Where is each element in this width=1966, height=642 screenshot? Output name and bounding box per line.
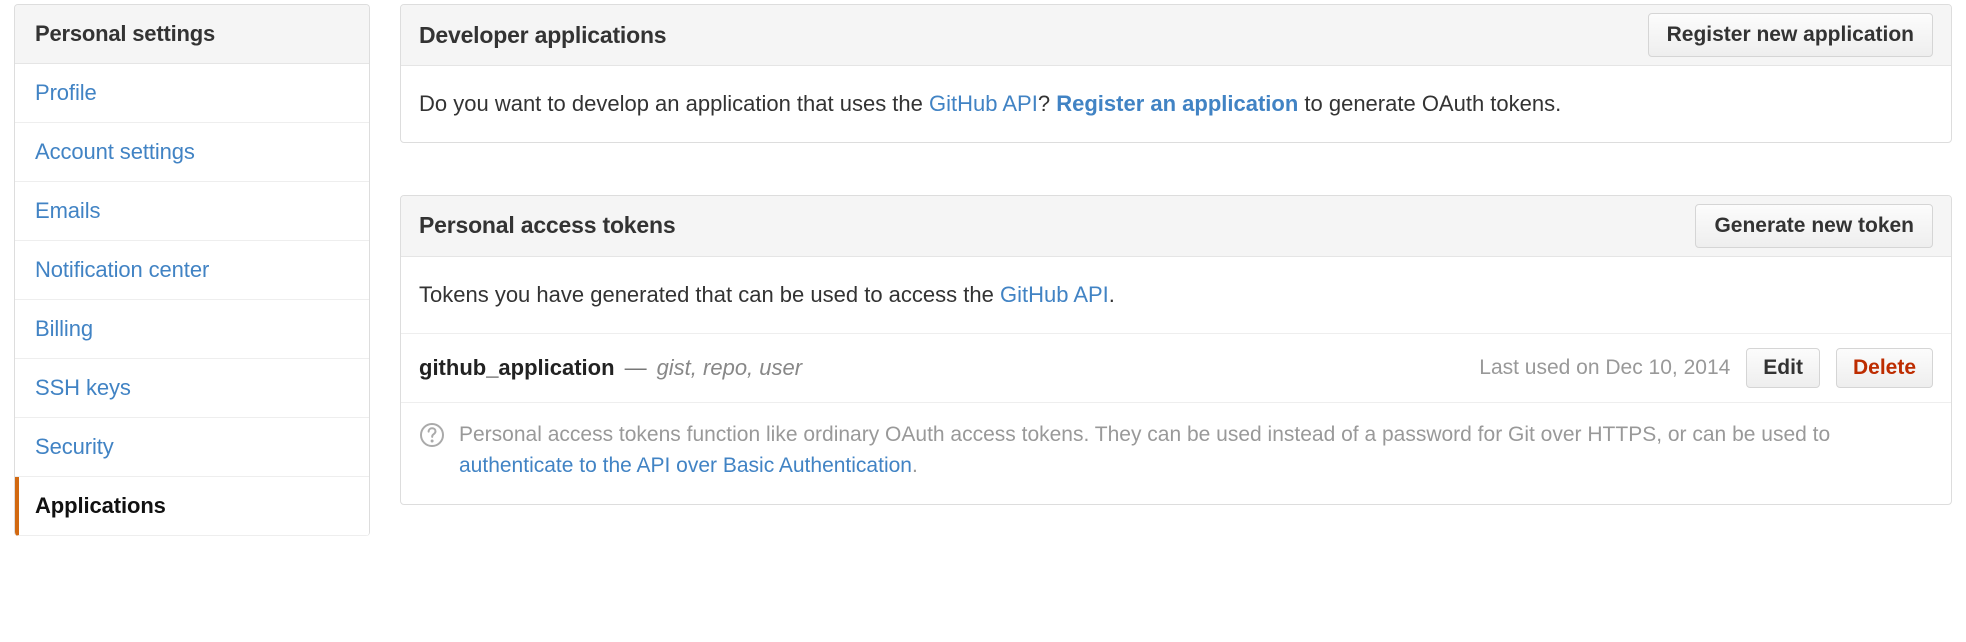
token-last-used: Last used on Dec 10, 2014: [1479, 355, 1731, 379]
developer-applications-panel: Developer applications Register new appl…: [400, 4, 1952, 143]
developer-applications-header: Developer applications Register new appl…: [401, 5, 1951, 66]
note-text-part1: Personal access tokens function like ord…: [459, 422, 1831, 446]
personal-access-tokens-panel: Personal access tokens Generate new toke…: [400, 194, 1952, 505]
description-text-part3: to generate OAuth tokens.: [1298, 91, 1562, 116]
sidebar-panel: Personal settings Profile Account settin…: [14, 4, 370, 536]
personal-access-tokens-description: Tokens you have generated that can be us…: [401, 257, 1951, 333]
token-separator: —: [624, 354, 647, 380]
sidebar-header: Personal settings: [15, 5, 369, 64]
token-help-text: Personal access tokens function like ord…: [459, 419, 1933, 482]
edit-token-button[interactable]: Edit: [1746, 347, 1820, 388]
sidebar-item-notification-center[interactable]: Notification center: [15, 241, 369, 300]
sidebar-item-label: Emails: [35, 198, 101, 223]
token-help-note: Personal access tokens function like ord…: [401, 401, 1951, 504]
description-text-part1: Do you want to develop an application th…: [419, 91, 930, 116]
sidebar-item-label: Security: [35, 434, 114, 459]
sidebar-item-label: Billing: [35, 316, 93, 341]
sidebar-item-label: Profile: [35, 80, 97, 105]
developer-applications-title: Developer applications: [419, 21, 667, 48]
developer-applications-description: Do you want to develop an application th…: [401, 66, 1951, 142]
token-identity: github_application — gist, repo, user: [419, 355, 802, 381]
generate-new-token-button[interactable]: Generate new token: [1695, 203, 1933, 248]
basic-authentication-link[interactable]: authenticate to the API over Basic Authe…: [459, 454, 912, 477]
sidebar-item-applications[interactable]: Applications: [15, 477, 369, 536]
tokens-text-part2: .: [1108, 281, 1115, 307]
token-scopes: gist, repo, user: [656, 354, 803, 380]
question-circle-icon: [419, 422, 445, 458]
sidebar-item-label: Account settings: [35, 139, 195, 164]
github-api-link[interactable]: GitHub API: [929, 91, 1038, 116]
sidebar: Personal settings Profile Account settin…: [0, 4, 370, 642]
delete-token-button[interactable]: Delete: [1835, 347, 1933, 388]
description-text-part2: ?: [1037, 91, 1057, 116]
sidebar-item-label: Applications: [35, 493, 166, 518]
register-new-application-button[interactable]: Register new application: [1647, 12, 1933, 58]
settings-page: Personal settings Profile Account settin…: [0, 0, 1966, 642]
sidebar-item-security[interactable]: Security: [15, 418, 369, 477]
sidebar-item-ssh-keys[interactable]: SSH keys: [15, 359, 369, 418]
sidebar-item-label: Notification center: [35, 257, 210, 282]
token-actions: Last used on Dec 10, 2014 Edit Delete: [1479, 347, 1933, 388]
main-content: Developer applications Register new appl…: [370, 4, 1966, 642]
tokens-text-part1: Tokens you have generated that can be us…: [419, 281, 1000, 307]
sidebar-item-account-settings[interactable]: Account settings: [15, 123, 369, 182]
token-name: github_application: [419, 354, 615, 380]
personal-access-tokens-header: Personal access tokens Generate new toke…: [401, 195, 1951, 257]
personal-access-tokens-title: Personal access tokens: [419, 212, 676, 239]
table-row: github_application — gist, repo, user La…: [401, 332, 1951, 402]
register-an-application-link[interactable]: Register an application: [1056, 91, 1298, 116]
github-api-link[interactable]: GitHub API: [1000, 282, 1109, 307]
sidebar-item-billing[interactable]: Billing: [15, 300, 369, 359]
sidebar-item-profile[interactable]: Profile: [15, 64, 369, 123]
sidebar-item-label: SSH keys: [35, 375, 131, 400]
note-text-part2: .: [911, 454, 918, 478]
sidebar-item-emails[interactable]: Emails: [15, 182, 369, 241]
